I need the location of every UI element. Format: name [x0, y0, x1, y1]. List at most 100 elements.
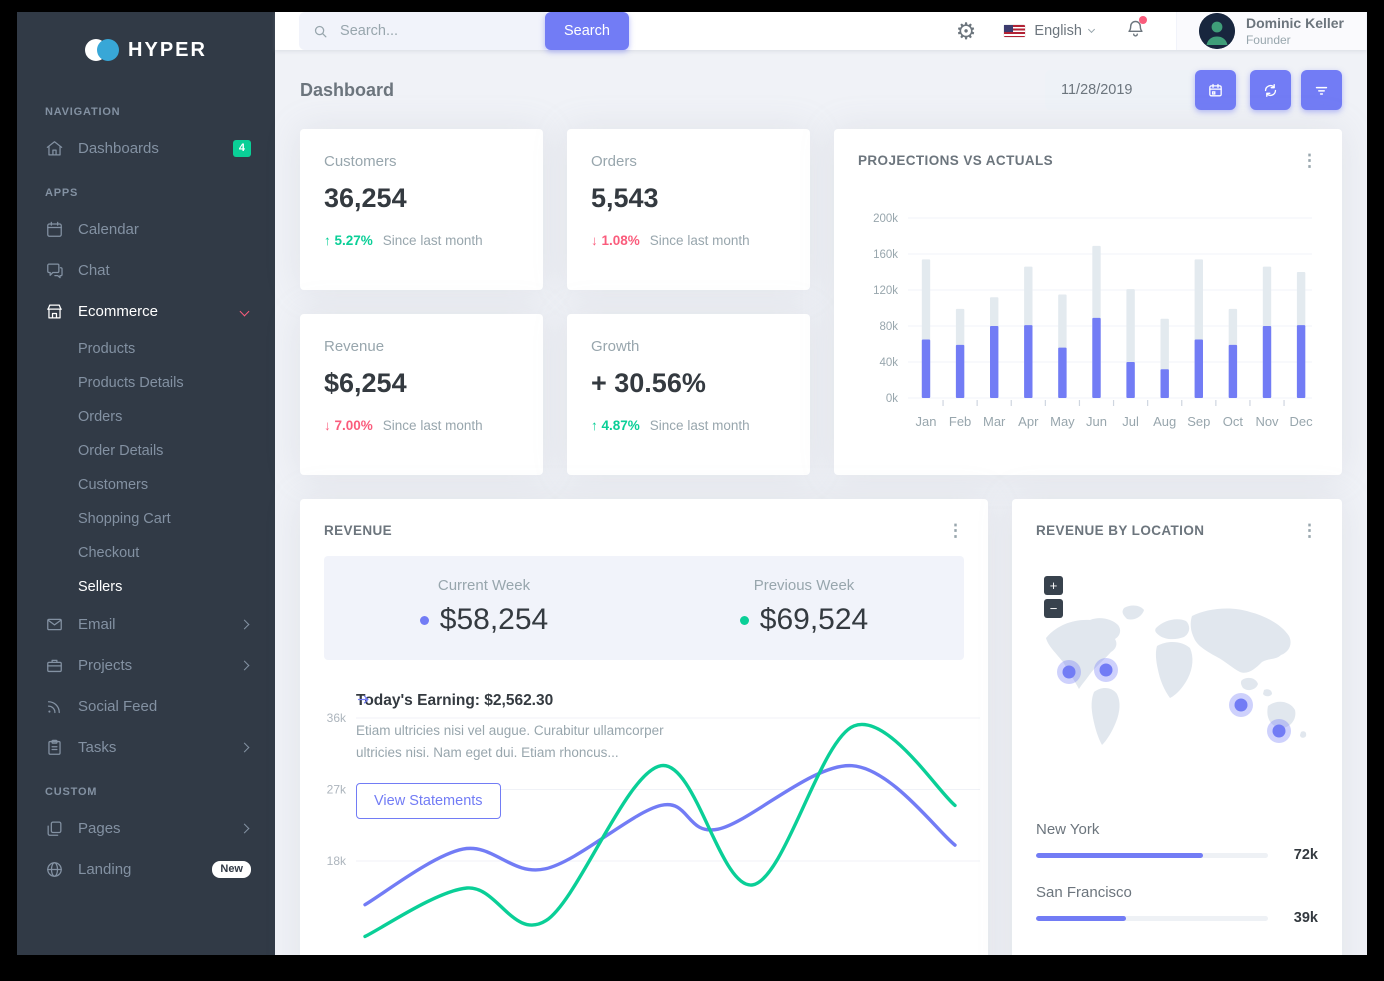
user-profile-menu[interactable]: Dominic Keller Founder [1176, 12, 1367, 50]
language-selector[interactable]: English [1004, 23, 1097, 39]
view-statements-button[interactable]: View Statements [356, 783, 501, 819]
world-map: + − [1036, 550, 1318, 800]
sidebar-item-tasks[interactable]: Tasks [17, 727, 275, 768]
logo-icon [85, 39, 119, 61]
svg-text:18k: 18k [327, 854, 347, 868]
svg-text:Nov: Nov [1255, 414, 1279, 429]
svg-text:36k: 36k [327, 711, 347, 725]
projections-bar-chart: 0k40k80k120k160k200kJanFebMarAprMayJunJu… [858, 176, 1318, 438]
stat-title: Growth [591, 338, 786, 355]
city-value: 39k [1284, 910, 1318, 926]
svg-text:0k: 0k [886, 393, 898, 405]
nav-section-navigation: NAVIGATION [17, 88, 275, 128]
svg-text:200k: 200k [873, 213, 898, 225]
city-value: 72k [1284, 847, 1318, 863]
refresh-button[interactable] [1250, 70, 1291, 110]
sidebar-subitem-order-details[interactable]: Order Details [17, 434, 275, 468]
sidebar-subitem-customers[interactable]: Customers [17, 468, 275, 502]
app-logo[interactable]: HYPER [17, 12, 275, 88]
stat-value: 5,543 [591, 183, 786, 214]
sidebar-item-dashboards[interactable]: Dashboards 4 [17, 128, 275, 169]
sidebar-item-chat[interactable]: Chat [17, 250, 275, 291]
arrow-down-icon: ↓ [591, 233, 598, 248]
date-picker-group [1045, 70, 1236, 110]
card-title: PROJECTIONS VS ACTUALS [858, 153, 1318, 168]
map-zoom-in-button[interactable]: + [1044, 576, 1063, 595]
sidebar-subitem-shopping-cart[interactable]: Shopping Cart [17, 502, 275, 536]
chevron-right-icon [240, 661, 250, 671]
filter-button[interactable] [1301, 70, 1342, 110]
sidebar-item-label: Projects [78, 657, 241, 674]
sidebar-item-pages[interactable]: Pages [17, 808, 275, 849]
sidebar-item-label: Dashboards [78, 140, 233, 157]
stat-title: Customers [324, 153, 519, 170]
kebab-menu-icon[interactable] [1297, 517, 1322, 545]
world-map-svg [1036, 550, 1318, 800]
city-row-san-francisco: San Francisco 39k [1036, 884, 1318, 926]
current-week-value: $58,254 [440, 603, 548, 637]
notifications-bell-icon[interactable] [1125, 18, 1146, 44]
date-input[interactable] [1045, 70, 1197, 110]
sidebar-subitem-checkout[interactable]: Checkout [17, 536, 275, 570]
stat-delta: 4.87% [602, 418, 640, 433]
stat-value: 36,254 [324, 183, 519, 214]
search-icon [313, 23, 328, 40]
svg-text:Jun: Jun [1086, 414, 1107, 429]
previous-week-dot-icon [740, 616, 749, 625]
sidebar-item-email[interactable]: Email [17, 604, 275, 645]
main-area: Search ⚙ English Dominic Keller [275, 12, 1367, 955]
chevron-down-icon [1088, 26, 1095, 33]
chevron-right-icon [240, 743, 250, 753]
svg-text:Mar: Mar [983, 414, 1006, 429]
sidebar-item-calendar[interactable]: Calendar [17, 209, 275, 250]
topbar: Search ⚙ English Dominic Keller [275, 12, 1367, 50]
projections-vs-actuals-card: PROJECTIONS VS ACTUALS 0k40k80k120k160k2… [834, 129, 1342, 475]
map-marker[interactable] [1235, 699, 1248, 712]
sidebar-item-projects[interactable]: Projects [17, 645, 275, 686]
calendar-button[interactable] [1195, 70, 1236, 110]
sidebar-subitem-products-details[interactable]: Products Details [17, 366, 275, 400]
stat-delta: 5.27% [335, 233, 373, 248]
svg-text:40k: 40k [879, 357, 898, 369]
sidebar-subitem-sellers[interactable]: Sellers [17, 570, 275, 604]
map-marker[interactable] [1273, 725, 1286, 738]
sidebar-subitem-products[interactable]: Products [17, 332, 275, 366]
sidebar-item-label: Calendar [78, 221, 251, 238]
sidebar-item-landing[interactable]: Landing New [17, 849, 275, 890]
svg-text:Dec: Dec [1290, 414, 1314, 429]
sidebar-item-label: Pages [78, 820, 241, 837]
city-row-new-york: New York 72k [1036, 821, 1318, 863]
stat-cards: Customers 36,254 ↑ 5.27%Since last month… [300, 129, 810, 475]
stat-value: $6,254 [324, 368, 519, 399]
settings-gear-icon[interactable]: ⚙ [956, 20, 977, 43]
revenue-card: REVENUE Current Week $58,254 Previous We… [300, 499, 988, 955]
search-button[interactable]: Search [545, 12, 629, 50]
nav-section-custom: CUSTOM [17, 768, 275, 808]
svg-text:Jan: Jan [916, 414, 937, 429]
sidebar-item-label: Chat [78, 262, 251, 279]
sidebar-item-social-feed[interactable]: Social Feed [17, 686, 275, 727]
store-icon [45, 302, 64, 321]
sidebar-item-ecommerce[interactable]: Ecommerce [17, 291, 275, 332]
kebab-menu-icon[interactable] [943, 517, 968, 545]
map-zoom-out-button[interactable]: − [1044, 599, 1063, 618]
svg-text:Jul: Jul [1122, 414, 1139, 429]
filter-icon [1313, 82, 1330, 99]
stat-card-revenue: Revenue $6,254 ↓ 7.00%Since last month [300, 314, 543, 475]
map-marker[interactable] [1063, 666, 1076, 679]
chat-icon [45, 261, 64, 280]
sidebar-item-label: Tasks [78, 739, 241, 756]
sidebar-subitem-orders[interactable]: Orders [17, 400, 275, 434]
page-title: Dashboard [300, 80, 394, 101]
home-icon [45, 139, 64, 158]
stat-note: Since last month [383, 233, 483, 248]
revenue-line-chart-area: 36k27k18k Today's Earning: $2,562.30 Eti… [300, 666, 988, 955]
globe-icon [45, 860, 64, 879]
logo-text: HYPER [128, 39, 207, 62]
kebab-menu-icon[interactable] [1297, 147, 1322, 175]
user-role: Founder [1246, 33, 1344, 47]
chevron-right-icon [240, 620, 250, 630]
stat-note: Since last month [383, 418, 483, 433]
map-marker[interactable] [1100, 664, 1113, 677]
search-input[interactable] [338, 22, 535, 40]
